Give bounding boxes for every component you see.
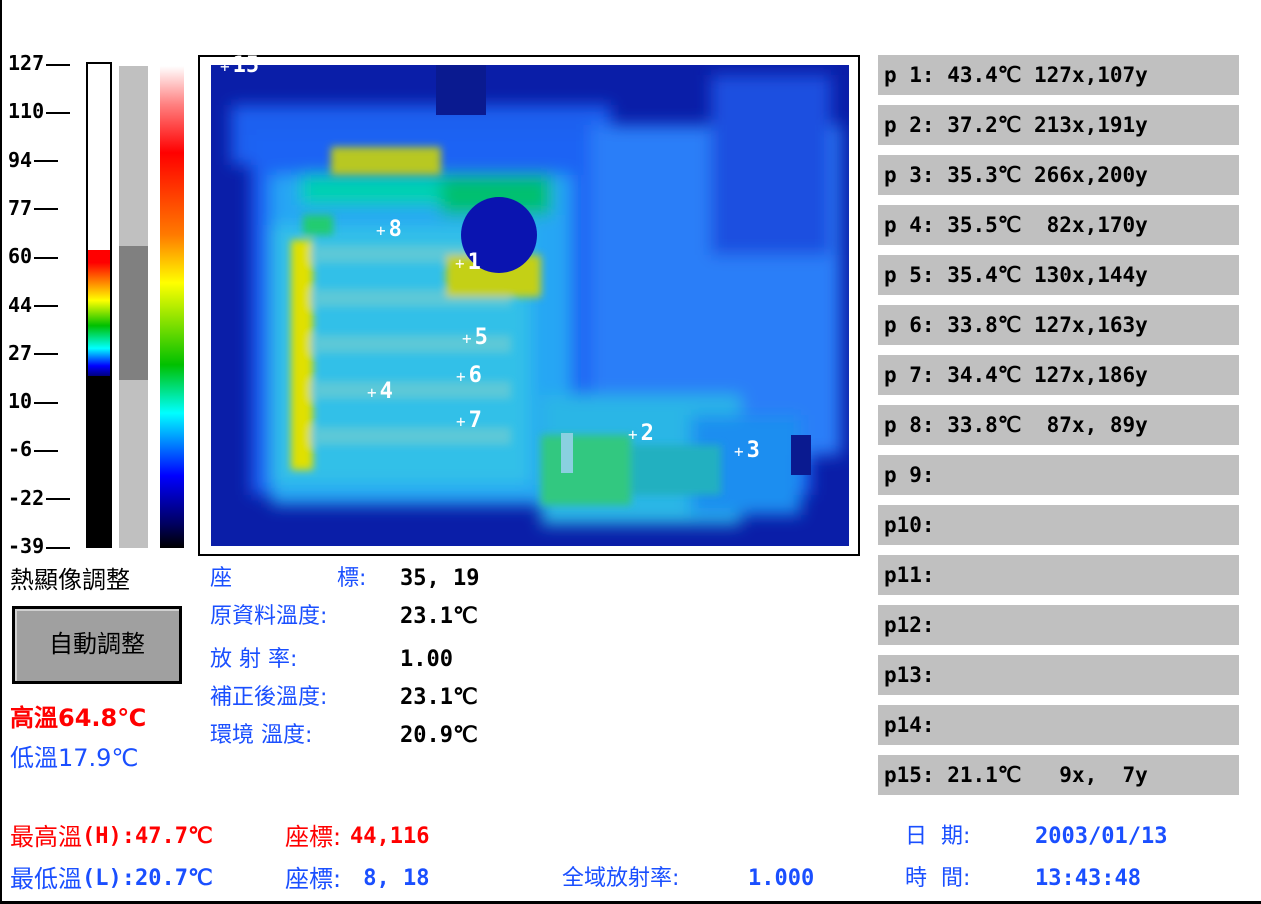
palette-bar	[160, 66, 184, 548]
marker-5[interactable]: +5	[462, 327, 488, 350]
corrected-temp-value: 23.1℃	[400, 685, 478, 710]
low-temp-label: 低溫17.9℃	[10, 744, 139, 772]
point-row[interactable]: p13:	[878, 655, 1239, 695]
point-row[interactable]: p 4: 35.5℃ 82x,170y	[878, 205, 1239, 245]
scale-tick-label: 94	[8, 147, 33, 172]
emissivity-label: 放 射 率:	[210, 647, 298, 672]
date-label: 日 期:	[905, 824, 971, 849]
scale-tick-mark	[34, 208, 59, 211]
range-slider-handle[interactable]	[119, 246, 148, 380]
scale-tick-mark	[34, 160, 59, 163]
marker-3[interactable]: +3	[734, 440, 760, 463]
point-row[interactable]: p11:	[878, 555, 1239, 595]
scale-tick-label: 60	[8, 244, 33, 269]
scale-tick: -6	[8, 437, 59, 462]
coord-label-2: 標:	[337, 566, 367, 591]
min-coord-value: 8, 18	[350, 866, 430, 891]
time-label: 時 間:	[905, 866, 971, 891]
global-emissivity-label: 全域放射率:	[562, 866, 680, 891]
marker-4[interactable]: +4	[367, 381, 393, 404]
marker-7[interactable]: +7	[456, 410, 482, 433]
time-value: 13:43:48	[1035, 866, 1141, 891]
scale-tick-label: 44	[8, 292, 33, 317]
max-temp-value: (H):47.7℃	[82, 824, 213, 849]
marker-2[interactable]: +2	[628, 423, 654, 446]
scale-tick: 44	[8, 292, 59, 317]
marker-8[interactable]: +8	[376, 219, 402, 242]
scale-tick-mark	[46, 498, 71, 501]
ambient-temp-label: 環境 溫度:	[210, 723, 313, 748]
thermal-image[interactable]	[211, 65, 849, 546]
scale-tick-label: 27	[8, 340, 33, 365]
colormap-bar[interactable]	[86, 62, 112, 548]
scale-tick: -22	[8, 485, 71, 510]
scale-tick-label: 127	[8, 51, 45, 75]
scale-tick: 77	[8, 195, 59, 220]
scale-tick: 94	[8, 147, 59, 172]
scale-tick-mark	[46, 546, 71, 549]
point-row[interactable]: p 6: 33.8℃ 127x,163y	[878, 305, 1239, 345]
point-row[interactable]: p12:	[878, 605, 1239, 645]
point-row[interactable]: p10:	[878, 505, 1239, 545]
ambient-temp-value: 20.9℃	[400, 723, 478, 748]
adjust-title: 熱顯像調整	[10, 566, 130, 594]
point-row[interactable]: p 2: 37.2℃ 213x,191y	[878, 105, 1239, 145]
point-row[interactable]: p 5: 35.4℃ 130x,144y	[878, 255, 1239, 295]
point-row[interactable]: p 1: 43.4℃ 127x,107y	[878, 55, 1239, 95]
scale-tick-label: 110	[8, 99, 45, 124]
max-coord-value: 44,116	[350, 824, 430, 849]
scale-tick-mark	[34, 449, 59, 452]
scale-tick-mark	[34, 353, 59, 356]
point-row[interactable]: p 7: 34.4℃ 127x,186y	[878, 355, 1239, 395]
min-coord-label: 座標:	[285, 865, 342, 893]
marker-6[interactable]: +6	[456, 365, 482, 388]
scale-tick: 10	[8, 389, 59, 414]
scale-tick-mark	[46, 63, 71, 66]
scale-tick: 60	[8, 244, 59, 269]
raw-temp-label: 原資料溫度:	[210, 604, 328, 629]
point-row[interactable]: p 3: 35.3℃ 266x,200y	[878, 155, 1239, 195]
emissivity-value: 1.00	[400, 647, 453, 672]
global-emissivity-value: 1.000	[748, 866, 815, 891]
scale-tick-label: -22	[8, 485, 45, 510]
scale-tick: 27	[8, 340, 59, 365]
max-temp-label: 最高溫	[10, 823, 82, 851]
point-row[interactable]: p14:	[878, 705, 1239, 745]
scale-tick-mark	[34, 305, 59, 307]
marker-1[interactable]: +1	[455, 252, 481, 275]
raw-temp-value: 23.1℃	[400, 604, 478, 629]
date-value: 2003/01/13	[1035, 824, 1168, 849]
high-temp-label: 高溫64.8℃	[10, 704, 147, 732]
min-temp-label: 最低溫	[10, 865, 82, 893]
scale-tick-label: -6	[8, 437, 33, 462]
point-row[interactable]: p15: 21.1℃ 9x, 7y	[878, 755, 1239, 795]
scale-tick: -39	[8, 534, 71, 558]
scale-tick-label: 77	[8, 195, 33, 220]
marker-15[interactable]: +15	[220, 55, 259, 78]
scale-tick-label: 10	[8, 389, 33, 414]
scale-tick: 127	[8, 51, 71, 75]
point-row[interactable]: p 8: 33.8℃ 87x, 89y	[878, 405, 1239, 445]
range-slider[interactable]	[119, 66, 148, 548]
corrected-temp-label: 補正後溫度:	[210, 685, 328, 710]
max-coord-label: 座標:	[285, 823, 342, 851]
scale-tick-mark	[34, 401, 59, 404]
scale-tick-mark	[34, 256, 59, 259]
auto-adjust-button[interactable]: 自動調整	[12, 606, 182, 684]
scale-tick: 110	[8, 99, 71, 124]
scale-tick-mark	[46, 111, 71, 114]
left-border	[0, 0, 2, 904]
scale-tick-label: -39	[8, 534, 45, 558]
point-row[interactable]: p 9:	[878, 455, 1239, 495]
coord-value: 35, 19	[400, 566, 480, 591]
min-temp-value: (L):20.7℃	[82, 866, 213, 891]
coord-label: 座	[210, 566, 233, 591]
